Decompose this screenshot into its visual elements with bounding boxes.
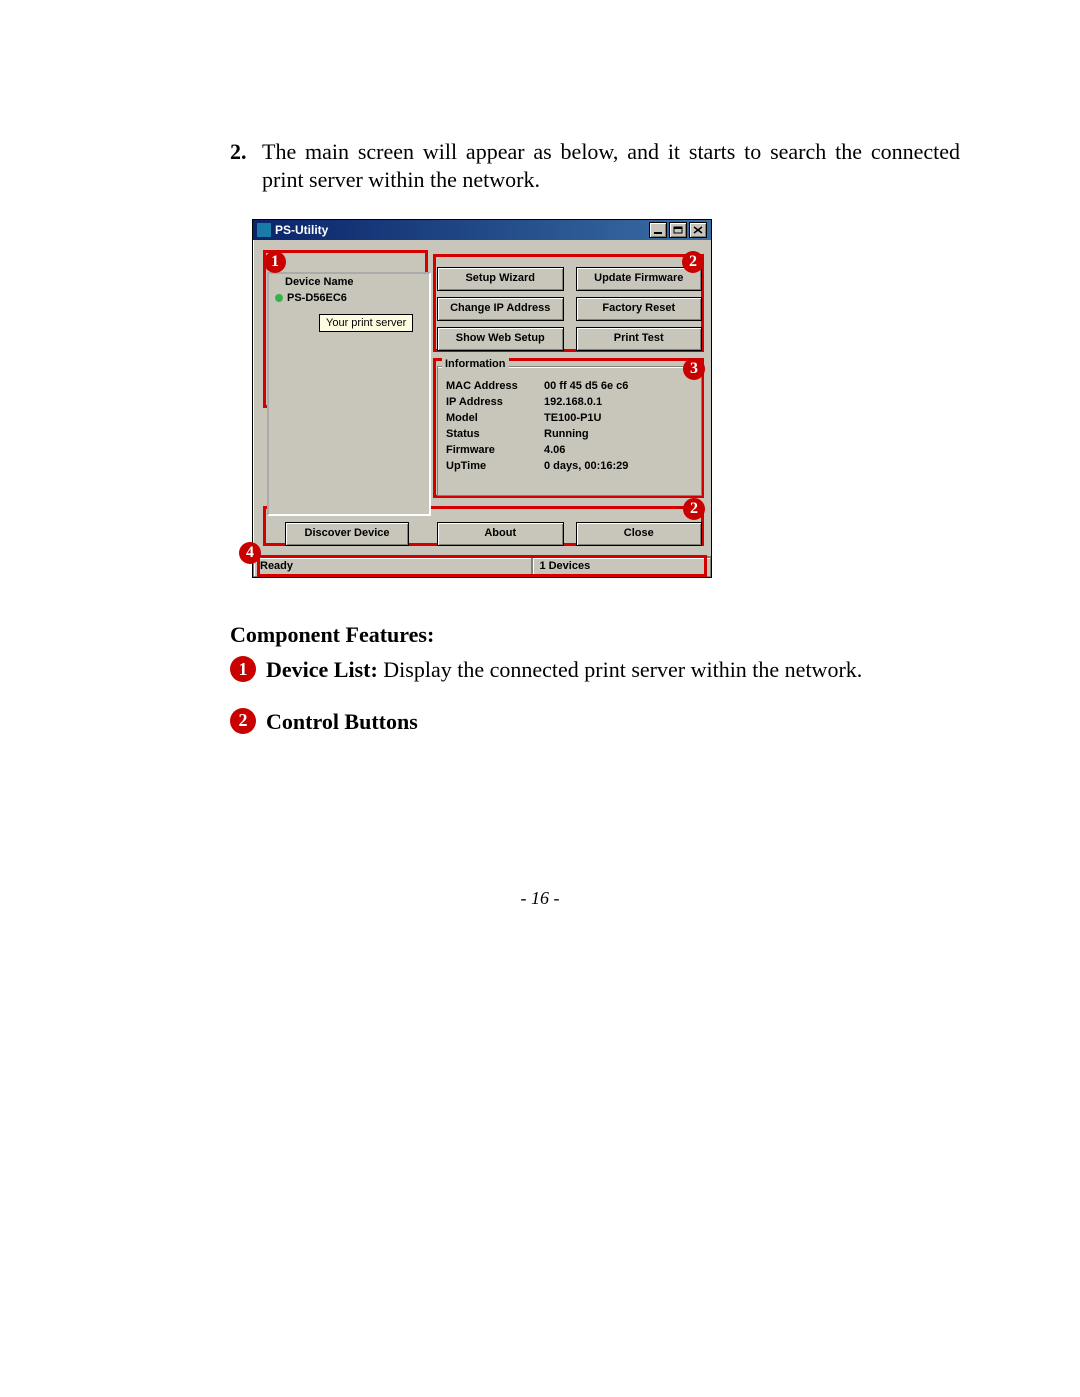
feature-1: 1 Device List: Display the connected pri…: [230, 656, 960, 684]
step-text: The main screen will appear as below, an…: [262, 138, 960, 193]
device-entry[interactable]: PS-D56EC6: [275, 292, 347, 304]
window-title: PS-Utility: [275, 223, 328, 237]
page-number: - 16 -: [0, 888, 1080, 909]
uptime-label: UpTime: [446, 460, 544, 472]
setup-wizard-button[interactable]: Setup Wizard: [437, 267, 564, 291]
feature-1-title: Device List:: [266, 657, 378, 682]
callout-4: 4: [239, 542, 261, 564]
maximize-button[interactable]: [669, 222, 687, 238]
feature-1-num: 1: [230, 656, 256, 682]
window-body: 1 2 3 2 4 Device Name PS-D56EC6 Your pri…: [253, 240, 711, 556]
feature-1-text: Device List: Display the connected print…: [266, 656, 960, 684]
discover-device-button[interactable]: Discover Device: [285, 522, 409, 546]
manual-page: 2. The main screen will appear as below,…: [0, 0, 1080, 1397]
status-device-count: 1 Devices: [532, 557, 711, 577]
statusbar: Ready 1 Devices: [253, 556, 711, 577]
ps-utility-window: PS-Utility 1 2 3 2: [252, 219, 712, 578]
callout-1: 1: [264, 251, 286, 273]
mac-value: 00 ff 45 d5 6e c6: [544, 380, 693, 392]
bottom-right-buttons: About Close: [437, 522, 702, 546]
control-buttons-grid: Setup Wizard Update Firmware Change IP A…: [437, 267, 702, 357]
feature-2-title: Control Buttons: [266, 709, 418, 734]
callout-3: 3: [683, 358, 705, 380]
feature-2-text: Control Buttons: [266, 708, 960, 736]
change-ip-button[interactable]: Change IP Address: [437, 297, 564, 321]
device-list-header: Device Name: [285, 276, 354, 288]
component-features-heading: Component Features:: [230, 622, 960, 648]
model-value: TE100-P1U: [544, 412, 693, 424]
mac-label: MAC Address: [446, 380, 544, 392]
step-2-paragraph: 2. The main screen will appear as below,…: [230, 138, 960, 193]
information-group: Information MAC Address00 ff 45 d5 6e c6…: [437, 366, 702, 496]
ip-value: 192.168.0.1: [544, 396, 693, 408]
minimize-button[interactable]: [649, 222, 667, 238]
show-web-setup-button[interactable]: Show Web Setup: [437, 327, 564, 351]
callout-2-bottom: 2: [683, 498, 705, 520]
firmware-label: Firmware: [446, 444, 544, 456]
feature-2-num: 2: [230, 708, 256, 734]
information-legend: Information: [442, 358, 509, 370]
app-icon: [257, 223, 271, 237]
status-value: Running: [544, 428, 693, 440]
window-titlebar: PS-Utility: [253, 220, 711, 240]
status-dot-icon: [275, 294, 283, 302]
model-label: Model: [446, 412, 544, 424]
device-name: PS-D56EC6: [287, 292, 347, 304]
about-button[interactable]: About: [437, 522, 564, 546]
feature-1-body: Display the connected print server withi…: [383, 657, 862, 682]
print-test-button[interactable]: Print Test: [576, 327, 703, 351]
tooltip-your-print-server: Your print server: [319, 314, 413, 332]
device-list-panel[interactable]: Device Name PS-D56EC6 Your print server: [267, 272, 431, 516]
close-button[interactable]: [689, 222, 707, 238]
status-ready: Ready: [253, 557, 532, 577]
close-app-button[interactable]: Close: [576, 522, 703, 546]
feature-2: 2 Control Buttons: [230, 708, 960, 736]
callout-2-top: 2: [682, 251, 704, 273]
uptime-value: 0 days, 00:16:29: [544, 460, 693, 472]
factory-reset-button[interactable]: Factory Reset: [576, 297, 703, 321]
update-firmware-button[interactable]: Update Firmware: [576, 267, 703, 291]
ip-label: IP Address: [446, 396, 544, 408]
bottom-left-buttons: Discover Device: [285, 522, 409, 546]
status-label: Status: [446, 428, 544, 440]
step-number: 2.: [230, 138, 262, 193]
firmware-value: 4.06: [544, 444, 693, 456]
